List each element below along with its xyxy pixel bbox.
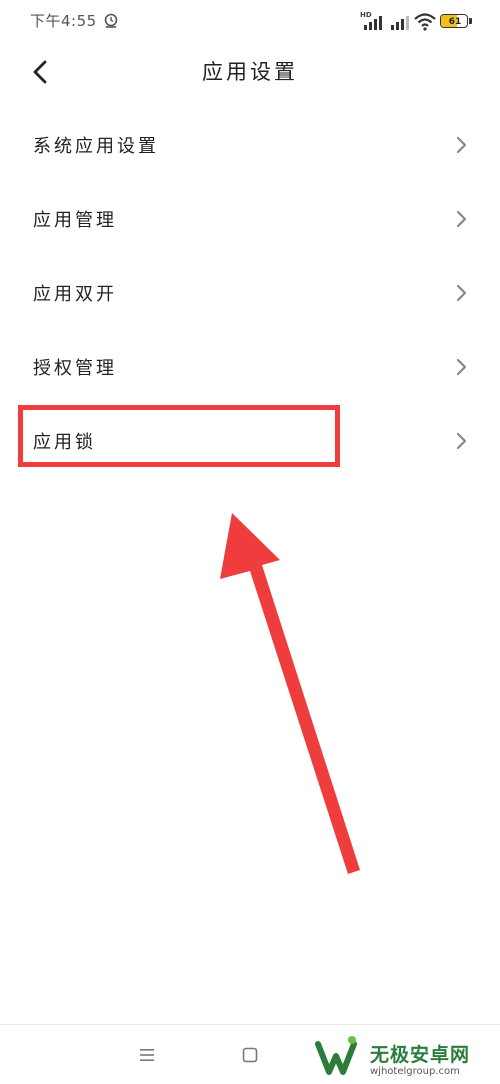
chevron-right-icon <box>456 284 467 302</box>
signal-icon <box>364 16 382 30</box>
watermark-title: 无极安卓网 <box>370 1044 471 1066</box>
battery-cap <box>469 18 472 24</box>
chevron-right-icon <box>456 432 467 450</box>
wifi-icon <box>414 13 436 31</box>
watermark-url: wjhotelgroup.com <box>370 1066 460 1077</box>
chevron-right-icon <box>456 358 467 376</box>
alarm-icon <box>104 13 118 28</box>
settings-list: 系统应用设置 应用管理 应用双开 授权管理 应用锁 <box>0 108 500 478</box>
battery-shell: 61 <box>440 14 468 28</box>
app-settings-screen: 下午4:55 HD 61 应用设置 系统应用设置 应用管理 应用双开 授权管理 … <box>0 0 500 1084</box>
list-item-label: 应用锁 <box>33 432 96 453</box>
list-item-system-app-settings[interactable]: 系统应用设置 <box>0 108 500 182</box>
home-icon[interactable] <box>242 1047 258 1063</box>
list-item-label: 应用双开 <box>33 284 117 305</box>
pointer-arrow-icon <box>220 513 360 874</box>
list-item-label: 应用管理 <box>33 210 117 231</box>
battery-level: 61 <box>448 17 462 27</box>
status-time: 下午4:55 <box>30 12 97 30</box>
list-item-label: 授权管理 <box>33 358 117 379</box>
chevron-right-icon <box>456 210 467 228</box>
header: 应用设置 <box>0 44 500 100</box>
list-item-app-management[interactable]: 应用管理 <box>0 182 500 256</box>
chevron-right-icon <box>456 136 467 154</box>
list-item-label: 系统应用设置 <box>33 136 159 157</box>
list-item-app-lock[interactable]: 应用锁 <box>0 404 500 478</box>
watermark-logo-icon <box>315 1036 357 1075</box>
list-item-permissions[interactable]: 授权管理 <box>0 330 500 404</box>
page-title: 应用设置 <box>202 60 298 84</box>
menu-icon[interactable] <box>138 1047 156 1063</box>
watermark: 无极安卓网 wjhotelgroup.com <box>312 1034 500 1084</box>
signal-icon-2 <box>391 16 409 30</box>
list-item-dual-apps[interactable]: 应用双开 <box>0 256 500 330</box>
status-bar: 下午4:55 HD 61 <box>0 0 500 44</box>
battery-icon: 61 <box>440 14 472 30</box>
